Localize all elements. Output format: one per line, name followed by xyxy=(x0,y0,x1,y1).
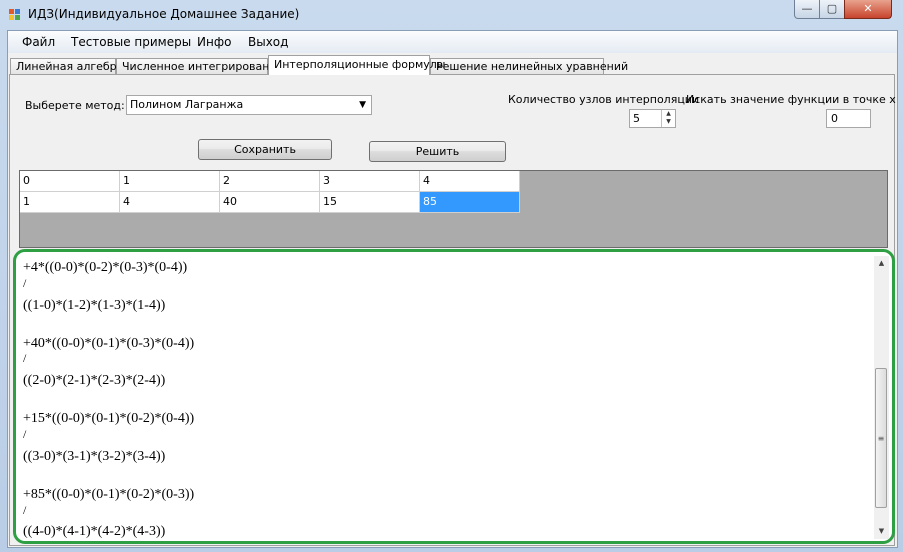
dropdown-arrow-icon[interactable]: ▼ xyxy=(359,96,366,114)
app-window: ИДЗ(Индивидуальное Домашнее Задание) — ▢… xyxy=(0,0,903,552)
grid-cell[interactable]: 15 xyxy=(320,192,420,213)
method-label: Выберете метод: xyxy=(25,99,125,112)
data-grid[interactable]: 0 1 2 3 4 1 4 40 15 85 xyxy=(19,170,888,248)
nodes-label: Количество узлов интерполяции xyxy=(508,93,700,106)
output-line: ((1-0)*(1-2)*(1-3)*(1-4)) xyxy=(23,297,166,313)
scroll-up-icon[interactable]: ▲ xyxy=(874,256,889,271)
maximize-button[interactable]: ▢ xyxy=(819,0,845,19)
output-lines: +4*((0-0)*(0-2)*(0-3)*(0-4)) / ((1-0)*(1… xyxy=(23,259,863,541)
output-line: / xyxy=(23,351,27,366)
tab-interpolation[interactable]: Интерполяционные формулы xyxy=(268,55,446,75)
grid-cell-selected[interactable]: 85 xyxy=(420,192,520,213)
menu-file[interactable]: Файл xyxy=(22,35,55,49)
output-line: ((4-0)*(4-1)*(4-2)*(4-3)) xyxy=(23,524,166,540)
output-line: +40*((0-0)*(0-1)*(0-3)*(0-4)) xyxy=(23,335,195,351)
grid-cell[interactable]: 4 xyxy=(120,192,220,213)
tab-page-interpolation: Выберете метод: Полином Лагранжа ▼ Колич… xyxy=(9,74,896,546)
output-line: / xyxy=(23,427,27,442)
grid-cell[interactable]: 0 xyxy=(20,171,120,192)
method-value: Полином Лагранжа xyxy=(130,98,244,111)
save-button[interactable]: Сохранить xyxy=(198,139,332,160)
tab-nonlinear-equations[interactable]: Решение нелинейных уравнений xyxy=(430,58,628,74)
point-value: 0 xyxy=(831,112,838,125)
scroll-down-icon[interactable]: ▼ xyxy=(874,524,889,539)
output-line: +4*((0-0)*(0-2)*(0-3)*(0-4)) xyxy=(23,260,188,275)
grid-cell[interactable]: 1 xyxy=(20,192,120,213)
app-icon xyxy=(9,9,21,21)
grid-cell[interactable]: 2 xyxy=(220,171,320,192)
grid-cell[interactable]: 1 xyxy=(120,171,220,192)
menu-bar: Файл Тестовые примеры Инфо Выход xyxy=(8,31,897,53)
grid-cell[interactable]: 4 xyxy=(420,171,520,192)
nodes-value: 5 xyxy=(633,112,640,125)
tab-linear-algebra[interactable]: Линейная алгебра xyxy=(10,58,123,74)
method-combobox[interactable]: Полином Лагранжа ▼ xyxy=(126,95,372,115)
tab-numerical-integration[interactable]: Численное интегрирование xyxy=(116,58,283,74)
point-label: Искать значение функции в точке x xyxy=(686,93,896,106)
solve-button[interactable]: Решить xyxy=(369,141,506,162)
tab-strip: Линейная алгебра Численное интегрировани… xyxy=(8,55,897,75)
point-input[interactable]: 0 xyxy=(826,109,871,128)
menu-test-examples[interactable]: Тестовые примеры xyxy=(71,35,191,49)
vertical-scrollbar[interactable]: ▲ ≡ ▼ xyxy=(874,256,889,539)
spinner-buttons: ▲ ▼ xyxy=(661,110,675,127)
menu-info[interactable]: Инфо xyxy=(197,35,231,49)
close-button[interactable]: ✕ xyxy=(844,0,892,19)
grid-cell[interactable]: 3 xyxy=(320,171,420,192)
window-title: ИДЗ(Индивидуальное Домашнее Задание) xyxy=(28,7,300,21)
menu-exit[interactable]: Выход xyxy=(248,35,288,49)
nodes-spinner[interactable]: 5 ▲ ▼ xyxy=(629,109,676,128)
output-line: / xyxy=(23,275,27,290)
output-textbox[interactable]: +4*((0-0)*(0-2)*(0-3)*(0-4)) / ((1-0)*(1… xyxy=(13,249,895,544)
grid-cell[interactable]: 40 xyxy=(220,192,320,213)
output-line: +15*((0-0)*(0-1)*(0-2)*(0-4)) xyxy=(23,411,195,427)
output-line: ((3-0)*(3-1)*(3-2)*(3-4)) xyxy=(23,448,166,464)
spin-up-icon[interactable]: ▲ xyxy=(662,110,675,118)
output-line: / xyxy=(23,502,27,517)
minimize-button[interactable]: — xyxy=(794,0,820,19)
output-line: ((2-0)*(2-1)*(2-3)*(2-4)) xyxy=(23,373,166,389)
client-area: Файл Тестовые примеры Инфо Выход Линейна… xyxy=(7,30,898,548)
spin-down-icon[interactable]: ▼ xyxy=(662,118,675,126)
title-bar[interactable]: ИДЗ(Индивидуальное Домашнее Задание) — ▢… xyxy=(0,0,903,30)
output-line: +85*((0-0)*(0-1)*(0-2)*(0-3)) xyxy=(23,486,195,502)
scroll-thumb[interactable]: ≡ xyxy=(875,368,887,508)
